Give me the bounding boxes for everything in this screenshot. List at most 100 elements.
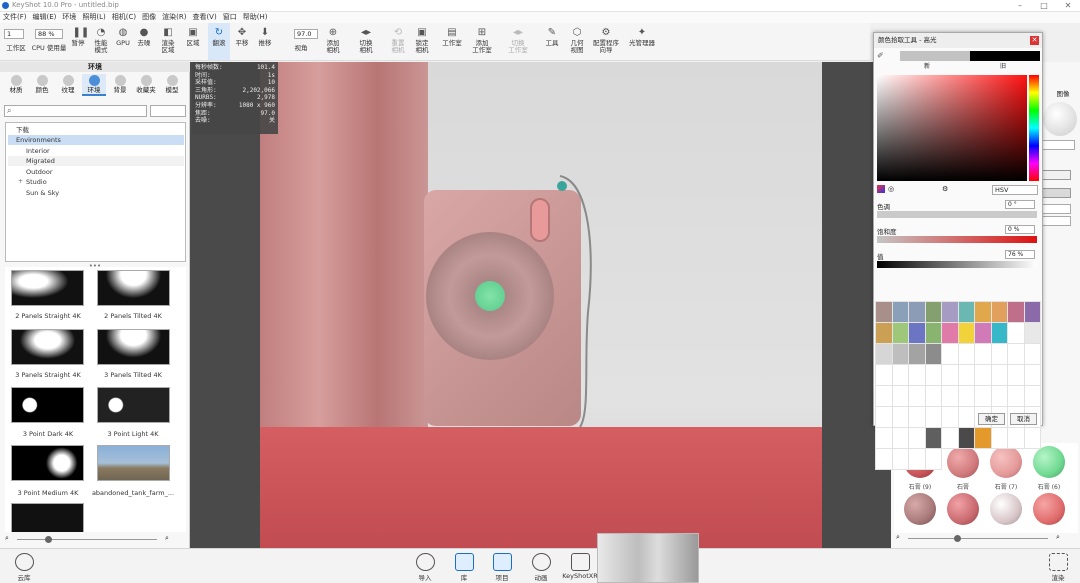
color-swatch[interactable] <box>1007 301 1025 323</box>
tools-button[interactable]: ✎ 工具 <box>541 23 563 60</box>
color-swatch[interactable] <box>891 385 909 407</box>
import-button[interactable]: 导入 <box>407 551 443 582</box>
color-swatch[interactable] <box>957 343 975 365</box>
material-ball[interactable] <box>990 493 1022 525</box>
geometry-view-button[interactable]: ⬡ 几何 视图 <box>565 23 589 60</box>
cpu-usage-select[interactable]: 88 % <box>35 29 63 39</box>
color-swatch[interactable] <box>941 406 959 428</box>
color-swatch[interactable] <box>941 322 959 344</box>
eyedropper-icon[interactable]: ✐ <box>877 51 897 60</box>
color-swatch[interactable] <box>875 364 893 386</box>
color-swatch[interactable] <box>924 385 942 407</box>
color-swatch[interactable] <box>908 343 926 365</box>
env-thumb-3-point-dark[interactable] <box>11 387 84 423</box>
side-button-1[interactable] <box>1041 170 1071 180</box>
color-swatch[interactable] <box>875 301 893 323</box>
menu-lighting[interactable]: 照明(L) <box>79 12 108 23</box>
fov-field[interactable]: 97.0 <box>294 29 318 39</box>
color-swatch[interactable] <box>974 364 992 386</box>
keyshotxr-button[interactable]: KeyShotXR <box>562 551 598 580</box>
performance-mode-button[interactable]: ◔ 性能 模式 <box>90 23 112 60</box>
side-button-2[interactable] <box>1041 188 1071 198</box>
env-thumb-3-point-light[interactable] <box>97 387 170 423</box>
animation-button[interactable]: 动画 <box>523 551 559 582</box>
material-ball[interactable] <box>947 446 979 478</box>
env-thumb-abandoned-tank-farm[interactable] <box>97 445 170 481</box>
image-tab[interactable]: 图像 <box>1051 82 1075 98</box>
tab-materials[interactable]: 材质 <box>4 74 28 96</box>
color-swatch[interactable] <box>990 364 1008 386</box>
color-swatch[interactable] <box>941 385 959 407</box>
expand-icon[interactable]: + <box>18 178 23 185</box>
menu-view[interactable]: 查看(V) <box>189 12 219 23</box>
gpu-button[interactable]: ◍ GPU <box>114 23 132 60</box>
color-swatch[interactable] <box>1023 427 1041 449</box>
color-swatch[interactable] <box>891 322 909 344</box>
color-swatch[interactable] <box>990 385 1008 407</box>
color-swatch[interactable] <box>941 301 959 323</box>
side-field-1[interactable] <box>1041 204 1071 214</box>
close-dialog-button[interactable]: ✕ <box>1030 36 1039 45</box>
window-thumbnail-preview[interactable] <box>597 533 699 583</box>
color-swatch[interactable] <box>957 322 975 344</box>
color-swatch[interactable] <box>1007 364 1025 386</box>
material-ball[interactable] <box>947 493 979 525</box>
color-swatch[interactable] <box>1023 343 1041 365</box>
color-swatch[interactable] <box>990 322 1008 344</box>
material-ball[interactable] <box>1033 493 1065 525</box>
pan-button[interactable]: ✥ 平移 <box>231 23 253 60</box>
color-swatch[interactable] <box>941 343 959 365</box>
color-swatch[interactable] <box>908 301 926 323</box>
color-swatch[interactable] <box>924 301 942 323</box>
material-ball[interactable] <box>1033 446 1065 478</box>
env-thumb-2-panels-tilted[interactable] <box>97 270 170 306</box>
close-window-button[interactable]: ✕ <box>1056 0 1080 11</box>
saturation-value-area[interactable] <box>877 75 1027 181</box>
palette-mode-icon[interactable]: ◎ <box>888 185 896 193</box>
material-type-select[interactable] <box>1041 140 1075 150</box>
side-field-2[interactable] <box>1041 216 1071 226</box>
color-swatch[interactable] <box>990 301 1008 323</box>
color-swatch[interactable] <box>924 427 942 449</box>
color-swatch[interactable] <box>924 364 942 386</box>
reset-camera-button[interactable]: ⟲ 重置 相机 <box>386 23 410 60</box>
color-swatch[interactable] <box>891 301 909 323</box>
material-ball[interactable] <box>904 493 936 525</box>
tab-favorites[interactable]: 收藏夹 <box>134 74 158 96</box>
menu-camera[interactable]: 相机(C) <box>109 12 139 23</box>
color-swatch[interactable] <box>1023 322 1041 344</box>
material-ball[interactable] <box>990 446 1022 478</box>
color-swatch[interactable] <box>1023 364 1041 386</box>
color-swatch[interactable] <box>924 343 942 365</box>
pause-button[interactable]: ❚❚ 暂停 <box>68 23 90 60</box>
tree-item-studio[interactable]: Studio <box>8 177 184 187</box>
cloud-library-button[interactable]: 云库 <box>6 551 42 582</box>
hue-value-field[interactable]: 0 ° <box>1005 200 1035 209</box>
color-swatch[interactable] <box>990 427 1008 449</box>
tree-item-migrated[interactable]: Migrated <box>8 156 184 166</box>
color-swatch[interactable] <box>924 406 942 428</box>
add-camera-button[interactable]: ⊕ 添加 相机 <box>320 23 346 60</box>
tab-models[interactable]: 模型 <box>160 74 184 96</box>
hue-slider[interactable] <box>877 211 1037 218</box>
cancel-button[interactable]: 取消 <box>1010 413 1037 425</box>
menu-render[interactable]: 渲染(R) <box>159 12 189 23</box>
menu-environment[interactable]: 环境 <box>59 12 79 23</box>
color-swatch[interactable] <box>957 406 975 428</box>
color-swatch[interactable] <box>908 406 926 428</box>
tumble-button[interactable]: ↻ 翻滚 <box>208 23 230 60</box>
color-swatch[interactable] <box>957 364 975 386</box>
add-studio-button[interactable]: ⊞ 添加 工作室 <box>468 23 496 60</box>
color-swatch[interactable] <box>875 385 893 407</box>
color-swatch[interactable] <box>908 427 926 449</box>
color-swatch[interactable] <box>974 427 992 449</box>
color-swatch[interactable] <box>875 343 893 365</box>
denoise-button[interactable]: ● 去噪 <box>134 23 154 60</box>
color-swatch[interactable] <box>1007 322 1025 344</box>
color-swatch[interactable] <box>891 427 909 449</box>
color-swatch[interactable] <box>941 427 959 449</box>
switch-studio-button[interactable]: ◂▸ 切换 工作室 <box>504 23 532 60</box>
value-slider[interactable] <box>877 261 1037 268</box>
hue-strip[interactable] <box>1029 75 1039 181</box>
render-button[interactable]: 渲染 <box>1040 551 1076 582</box>
